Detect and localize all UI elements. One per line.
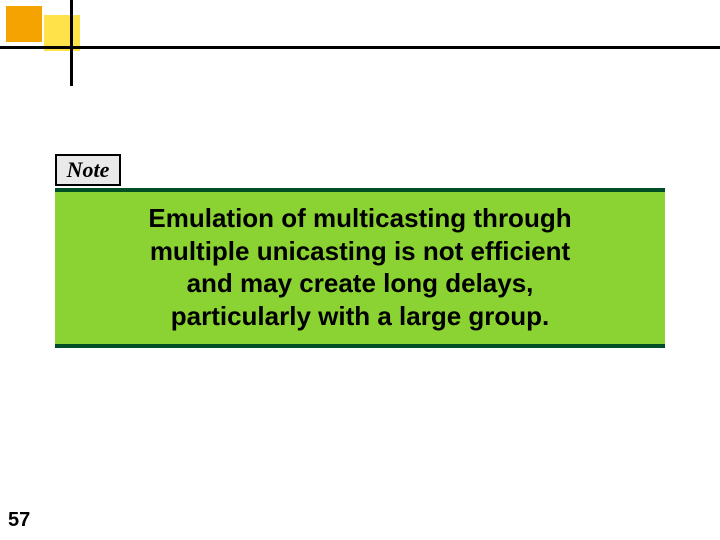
note-label: Note xyxy=(55,154,121,186)
callout-line: Emulation of multicasting through xyxy=(83,202,637,235)
accent-square-orange xyxy=(6,6,42,42)
note-label-text: Note xyxy=(67,157,110,183)
slide: Note Emulation of multicasting through m… xyxy=(0,0,720,540)
page-number: 57 xyxy=(8,509,30,532)
callout-line: multiple unicasting is not efficient xyxy=(83,235,637,268)
callout-line: particularly with a large group. xyxy=(83,300,637,333)
vertical-rule xyxy=(70,0,73,86)
callout-body: Emulation of multicasting through multip… xyxy=(55,192,665,344)
callout: Emulation of multicasting through multip… xyxy=(55,188,665,348)
callout-line: and may create long delays, xyxy=(83,267,637,300)
callout-bottom-bar xyxy=(55,344,665,348)
horizontal-rule xyxy=(0,46,720,49)
